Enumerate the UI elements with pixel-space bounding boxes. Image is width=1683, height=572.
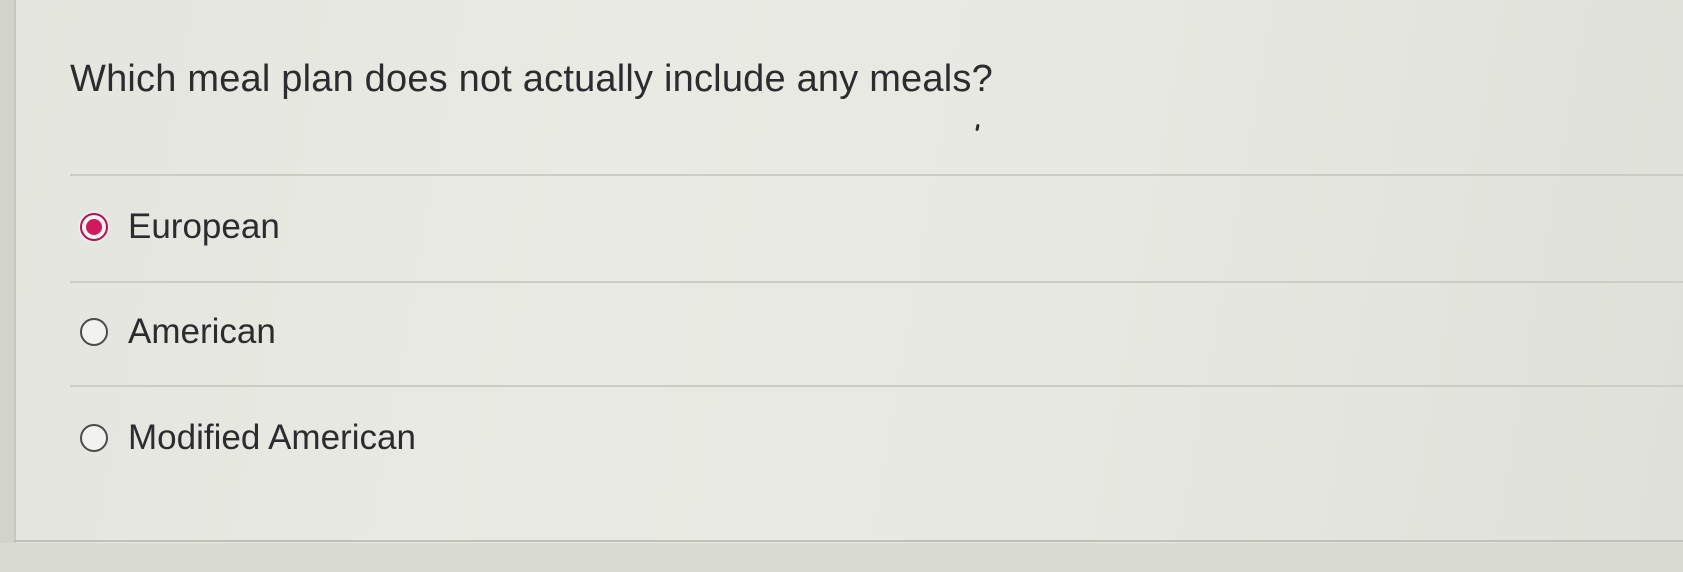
question-card: Which meal plan does not actually includ… bbox=[14, 0, 1683, 542]
screen-speck bbox=[975, 123, 980, 132]
divider-1 bbox=[70, 281, 1683, 283]
option-label-european: European bbox=[128, 207, 280, 246]
radio-button-selected[interactable] bbox=[80, 213, 108, 241]
question-prompt: Which meal plan does not actually includ… bbox=[70, 58, 993, 100]
bottom-strip bbox=[0, 543, 1683, 572]
divider-2 bbox=[70, 385, 1683, 387]
radio-button[interactable] bbox=[80, 318, 108, 346]
divider-top bbox=[70, 174, 1683, 176]
quiz-screen: Which meal plan does not actually includ… bbox=[0, 0, 1683, 572]
radio-button[interactable] bbox=[80, 424, 108, 452]
option-label-modified-american: Modified American bbox=[128, 418, 416, 457]
radio-dot bbox=[86, 219, 102, 235]
option-modified-american[interactable]: Modified American bbox=[80, 408, 1580, 468]
option-american[interactable]: American bbox=[80, 302, 1580, 362]
option-label-american: American bbox=[128, 312, 276, 351]
option-european[interactable]: European bbox=[80, 197, 1580, 257]
